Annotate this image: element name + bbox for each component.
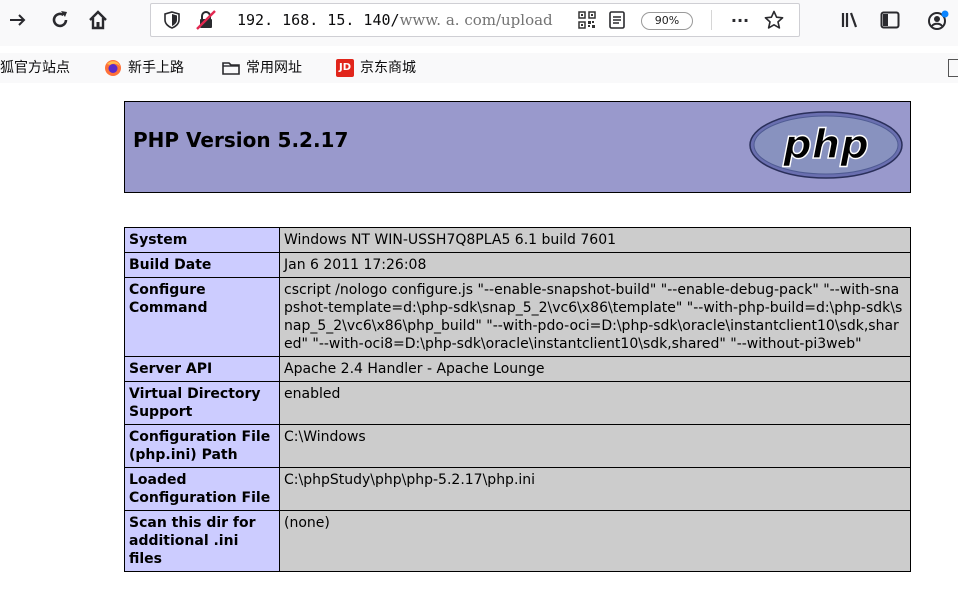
row-key: System — [124, 227, 280, 253]
row-key: Virtual Directory Support — [124, 381, 280, 425]
row-value: cscript /nologo configure.js "--enable-s… — [279, 277, 911, 357]
sidebar-icon[interactable] — [874, 4, 906, 36]
table-row: Configure Command cscript /nologo config… — [124, 277, 911, 357]
row-key: Server API — [124, 356, 280, 382]
php-version-header: PHP Version 5.2.17 php — [124, 101, 911, 193]
jd-icon: JD — [336, 59, 354, 77]
shield-icon[interactable] — [161, 4, 183, 36]
page-title: PHP Version 5.2.17 — [133, 128, 349, 152]
forward-button[interactable] — [0, 4, 36, 36]
row-value: (none) — [279, 510, 911, 572]
browser-toolbar: 192. 168. 15. 140/www. a. com/upload 90%… — [0, 0, 958, 46]
reload-button[interactable] — [42, 4, 78, 36]
table-row: Build Date Jan 6 2011 17:26:08 — [124, 252, 911, 278]
row-key: Configuration File (php.ini) Path — [124, 424, 280, 468]
url-host: 192. 168. 15. 140/ — [237, 11, 400, 29]
bookmark-label: 新手上路 — [128, 60, 184, 76]
bookmark-label: 常用网址 — [246, 60, 302, 76]
table-row: Virtual Directory Support enabled — [124, 381, 911, 425]
arrow-right-icon — [10, 14, 26, 26]
url-text[interactable]: 192. 168. 15. 140/www. a. com/upload — [237, 4, 563, 36]
table-row: Configuration File (php.ini) Path C:\Win… — [124, 424, 911, 468]
bookmark-label: 狐官方站点 — [0, 60, 70, 76]
home-button[interactable] — [80, 4, 116, 36]
page-actions-button[interactable]: ··· — [727, 4, 753, 36]
url-path: www. a. com/upload — [399, 11, 553, 29]
url-bar-separator — [711, 10, 712, 30]
reader-view-icon[interactable] — [605, 4, 629, 36]
row-value: C:\phpStudy\php\php-5.2.17\php.ini — [279, 467, 911, 511]
bookmark-star-icon[interactable] — [761, 4, 787, 36]
bookmark-jd-mall[interactable]: JD 京东商城 — [336, 53, 416, 83]
folder-icon — [222, 62, 240, 75]
table-row: Loaded Configuration File C:\phpStudy\ph… — [124, 467, 911, 511]
qr-code-icon[interactable] — [575, 4, 599, 36]
row-key: Loaded Configuration File — [124, 467, 280, 511]
account-icon[interactable] — [922, 4, 954, 36]
other-bookmarks-icon[interactable] — [948, 59, 958, 77]
bookmark-official-site[interactable]: 狐官方站点 — [0, 53, 70, 83]
bookmark-common-sites[interactable]: 常用网址 — [222, 53, 302, 83]
bookmark-label: 京东商城 — [360, 60, 416, 76]
table-row: Server API Apache 2.4 Handler - Apache L… — [124, 356, 911, 382]
bookmark-getting-started[interactable]: 新手上路 — [104, 53, 184, 83]
phpinfo-table: System Windows NT WIN-USSH7Q8PLA5 6.1 bu… — [124, 227, 911, 572]
zoom-indicator[interactable]: 90% — [641, 12, 693, 30]
row-value: Apache 2.4 Handler - Apache Lounge — [279, 356, 911, 382]
table-row: Scan this dir for additional .ini files … — [124, 510, 911, 572]
page-content: PHP Version 5.2.17 php System Windows NT… — [0, 83, 958, 612]
row-key: Scan this dir for additional .ini files — [124, 510, 280, 572]
row-value: Windows NT WIN-USSH7Q8PLA5 6.1 build 760… — [279, 227, 911, 253]
url-bar[interactable]: 192. 168. 15. 140/www. a. com/upload 90%… — [150, 3, 800, 37]
php-logo: php — [749, 111, 903, 179]
firefox-icon — [105, 60, 121, 76]
home-icon — [89, 10, 107, 30]
php-logo-text: php — [782, 122, 869, 168]
reload-icon — [52, 11, 68, 28]
row-key: Build Date — [124, 252, 280, 278]
bookmarks-bar: 狐官方站点 新手上路 常用网址 JD 京东商城 — [0, 53, 958, 83]
row-value: enabled — [279, 381, 911, 425]
table-row: System Windows NT WIN-USSH7Q8PLA5 6.1 bu… — [124, 227, 911, 253]
insecure-lock-icon[interactable] — [193, 4, 219, 36]
row-key: Configure Command — [124, 277, 280, 357]
row-value: Jan 6 2011 17:26:08 — [279, 252, 911, 278]
library-icon[interactable] — [834, 4, 866, 36]
row-value: C:\Windows — [279, 424, 911, 468]
